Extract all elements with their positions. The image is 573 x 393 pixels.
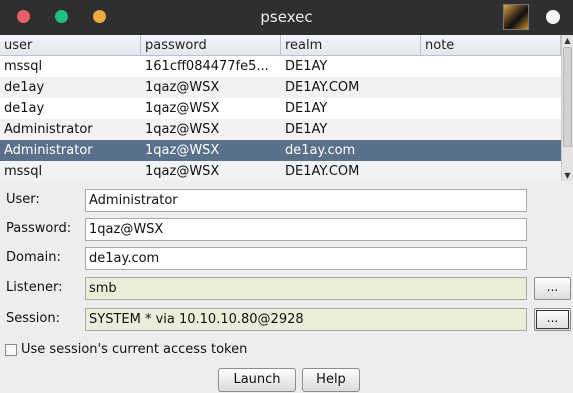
cell-realm: DE1AY.COM: [285, 164, 360, 179]
column-header-note[interactable]: note: [421, 35, 561, 56]
session-browse-button[interactable]: ...: [534, 308, 571, 331]
scroll-up-arrow-icon[interactable]: ▲: [562, 35, 573, 46]
domain-label: Domain:: [6, 250, 61, 265]
cell-user: de1ay: [4, 80, 45, 95]
cell-password: 1qaz@WSX: [145, 143, 220, 158]
table-row[interactable]: Administrator 1qaz@WSX DE1AY: [0, 119, 561, 140]
cell-note: [421, 77, 561, 98]
password-label: Password:: [6, 221, 72, 236]
listener-browse-button[interactable]: ...: [534, 277, 571, 300]
cell-note: [421, 161, 561, 181]
help-button[interactable]: Help: [302, 368, 360, 392]
table-row-selected[interactable]: Administrator 1qaz@WSX de1ay.com: [0, 140, 561, 161]
table-header: user password realm note: [0, 35, 561, 56]
scroll-thumb[interactable]: [563, 47, 572, 147]
table-row[interactable]: de1ay 1qaz@WSX DE1AY: [0, 98, 561, 119]
cell-note: [421, 119, 561, 140]
cell-realm: DE1AY: [285, 101, 328, 116]
user-avatar[interactable]: [503, 4, 529, 30]
domain-field[interactable]: de1ay.com: [85, 247, 527, 270]
listener-field[interactable]: smb: [85, 277, 527, 300]
listener-label: Listener:: [6, 280, 63, 295]
cell-password: 1qaz@WSX: [145, 122, 220, 137]
session-label: Session:: [6, 311, 60, 326]
table-scrollbar[interactable]: ▲ ▼: [561, 35, 573, 181]
table-row[interactable]: mssql 1qaz@WSX DE1AY.COM: [0, 161, 561, 181]
cell-realm: de1ay.com: [285, 143, 356, 158]
column-header-realm[interactable]: realm: [281, 35, 421, 56]
password-field[interactable]: 1qaz@WSX: [85, 218, 527, 241]
cell-realm: DE1AY: [285, 59, 328, 74]
cell-password: 1qaz@WSX: [145, 80, 220, 95]
cell-user: Administrator: [4, 122, 93, 137]
status-indicator-icon[interactable]: [546, 10, 560, 24]
cell-user: mssql: [4, 59, 43, 74]
cell-realm: DE1AY: [285, 122, 328, 137]
user-label: User:: [6, 192, 40, 207]
cell-user: Administrator: [4, 143, 93, 158]
cell-user: mssql: [4, 164, 43, 179]
scroll-down-arrow-icon[interactable]: ▼: [562, 170, 573, 181]
window-title: psexec: [260, 8, 313, 26]
cell-note: [421, 98, 561, 119]
cell-password: 161cff084477fe5...: [145, 59, 269, 74]
access-token-label[interactable]: Use session's current access token: [21, 340, 247, 360]
column-header-user[interactable]: user: [0, 35, 141, 56]
cell-note: [421, 56, 561, 77]
column-header-password[interactable]: password: [141, 35, 281, 56]
cell-note: [421, 140, 561, 161]
cell-password: 1qaz@WSX: [145, 164, 220, 179]
cell-user: de1ay: [4, 101, 45, 116]
access-token-checkbox[interactable]: [5, 344, 17, 356]
launch-button[interactable]: Launch: [218, 368, 296, 392]
credentials-table: user password realm note mssql 161cff084…: [0, 35, 573, 181]
cell-realm: DE1AY.COM: [285, 80, 360, 95]
cell-password: 1qaz@WSX: [145, 101, 220, 116]
title-bar: psexec: [0, 0, 573, 35]
user-field[interactable]: Administrator: [85, 189, 527, 212]
session-field[interactable]: SYSTEM * via 10.10.10.80@2928: [85, 308, 527, 331]
table-row[interactable]: mssql 161cff084477fe5... DE1AY: [0, 56, 561, 77]
table-row[interactable]: de1ay 1qaz@WSX DE1AY.COM: [0, 77, 561, 98]
